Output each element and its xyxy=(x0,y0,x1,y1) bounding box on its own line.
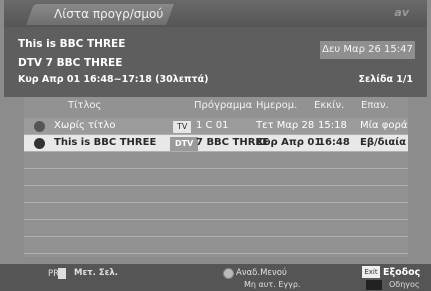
row-repeat: Εβ/διαία xyxy=(360,137,407,148)
footer-bar: PR Μετ. Σελ. Αναδ.Μενού Μη αυτ. Εγγρ. Ex… xyxy=(0,264,431,291)
row-title: This is BBC THREE xyxy=(54,137,157,148)
row-date: Τετ Μαρ 28 xyxy=(256,120,315,131)
table-row[interactable]: Χωρίς τίτλο TV 1 C 01 Τετ Μαρ 28 15:18 Μ… xyxy=(24,118,408,135)
row-title: Χωρίς τίτλο xyxy=(54,120,116,131)
table-row[interactable] xyxy=(24,169,408,186)
col-repeat: Επαν. xyxy=(361,100,389,111)
table-header: Τίτλος Πρόγραμμα Ημερομ. Εκκίν. Επαν. xyxy=(24,97,408,114)
program-channel: DTV 7 BBC THREE xyxy=(18,57,123,69)
row-start: 16:48 xyxy=(318,137,350,148)
submenu-key-icon[interactable] xyxy=(223,268,234,279)
page-move-label[interactable]: Μετ. Σελ. xyxy=(74,268,118,278)
table-row[interactable] xyxy=(24,152,408,169)
guide-key-icon[interactable] xyxy=(366,280,382,290)
table-row[interactable] xyxy=(24,237,408,254)
brand-logo: av xyxy=(394,6,409,19)
cancel-record-label[interactable]: Μη αυτ. Εγγρ. xyxy=(244,280,300,289)
schedule-status-icon xyxy=(34,121,45,132)
schedule-table: Τίτλος Πρόγραμμα Ημερομ. Εκκίν. Επαν. Χω… xyxy=(24,97,408,257)
row-date: Κυρ Απρ 01 xyxy=(256,137,322,148)
table-row[interactable] xyxy=(24,186,408,203)
schedule-status-icon xyxy=(34,138,45,149)
col-start: Εκκίν. xyxy=(314,100,345,111)
submenu-label[interactable]: Αναδ.Μενού xyxy=(236,268,287,278)
col-program: Πρόγραμμα xyxy=(194,100,253,111)
page-indicator: Σελίδα 1/1 xyxy=(358,74,413,85)
row-start: 15:18 xyxy=(318,120,347,131)
dtv-badge: DTV xyxy=(170,137,199,151)
program-info-panel: This is BBC THREE DTV 7 BBC THREE Κυρ Απ… xyxy=(4,27,427,97)
table-row[interactable] xyxy=(24,220,408,237)
title-bar: Λίστα προγρ/σμού av xyxy=(4,0,427,27)
table-row[interactable]: This is BBC THREE DTV 7 BBC THREE Κυρ Απ… xyxy=(24,135,408,152)
col-date: Ημερομ. xyxy=(256,100,298,111)
table-row[interactable] xyxy=(24,203,408,220)
pr-updown-icon[interactable] xyxy=(58,268,66,279)
program-time-range: Κυρ Απρ 01 16:48~17:18 (30λεπτά) xyxy=(18,74,209,85)
page-title: Λίστα προγρ/σμού xyxy=(54,7,164,21)
row-program: 1 C 01 xyxy=(196,120,229,131)
program-title: This is BBC THREE xyxy=(18,38,126,50)
exit-label[interactable]: Εξοδος xyxy=(383,267,420,278)
exit-key-icon[interactable]: Exit xyxy=(362,266,380,278)
current-datetime: Δευ Μαρ 26 15:47 xyxy=(320,41,415,59)
guide-label[interactable]: Οδηγος xyxy=(389,280,420,289)
col-title: Τίτλος xyxy=(68,100,102,111)
tv-badge: TV xyxy=(172,120,193,134)
row-repeat: Μία φορά xyxy=(360,120,408,131)
